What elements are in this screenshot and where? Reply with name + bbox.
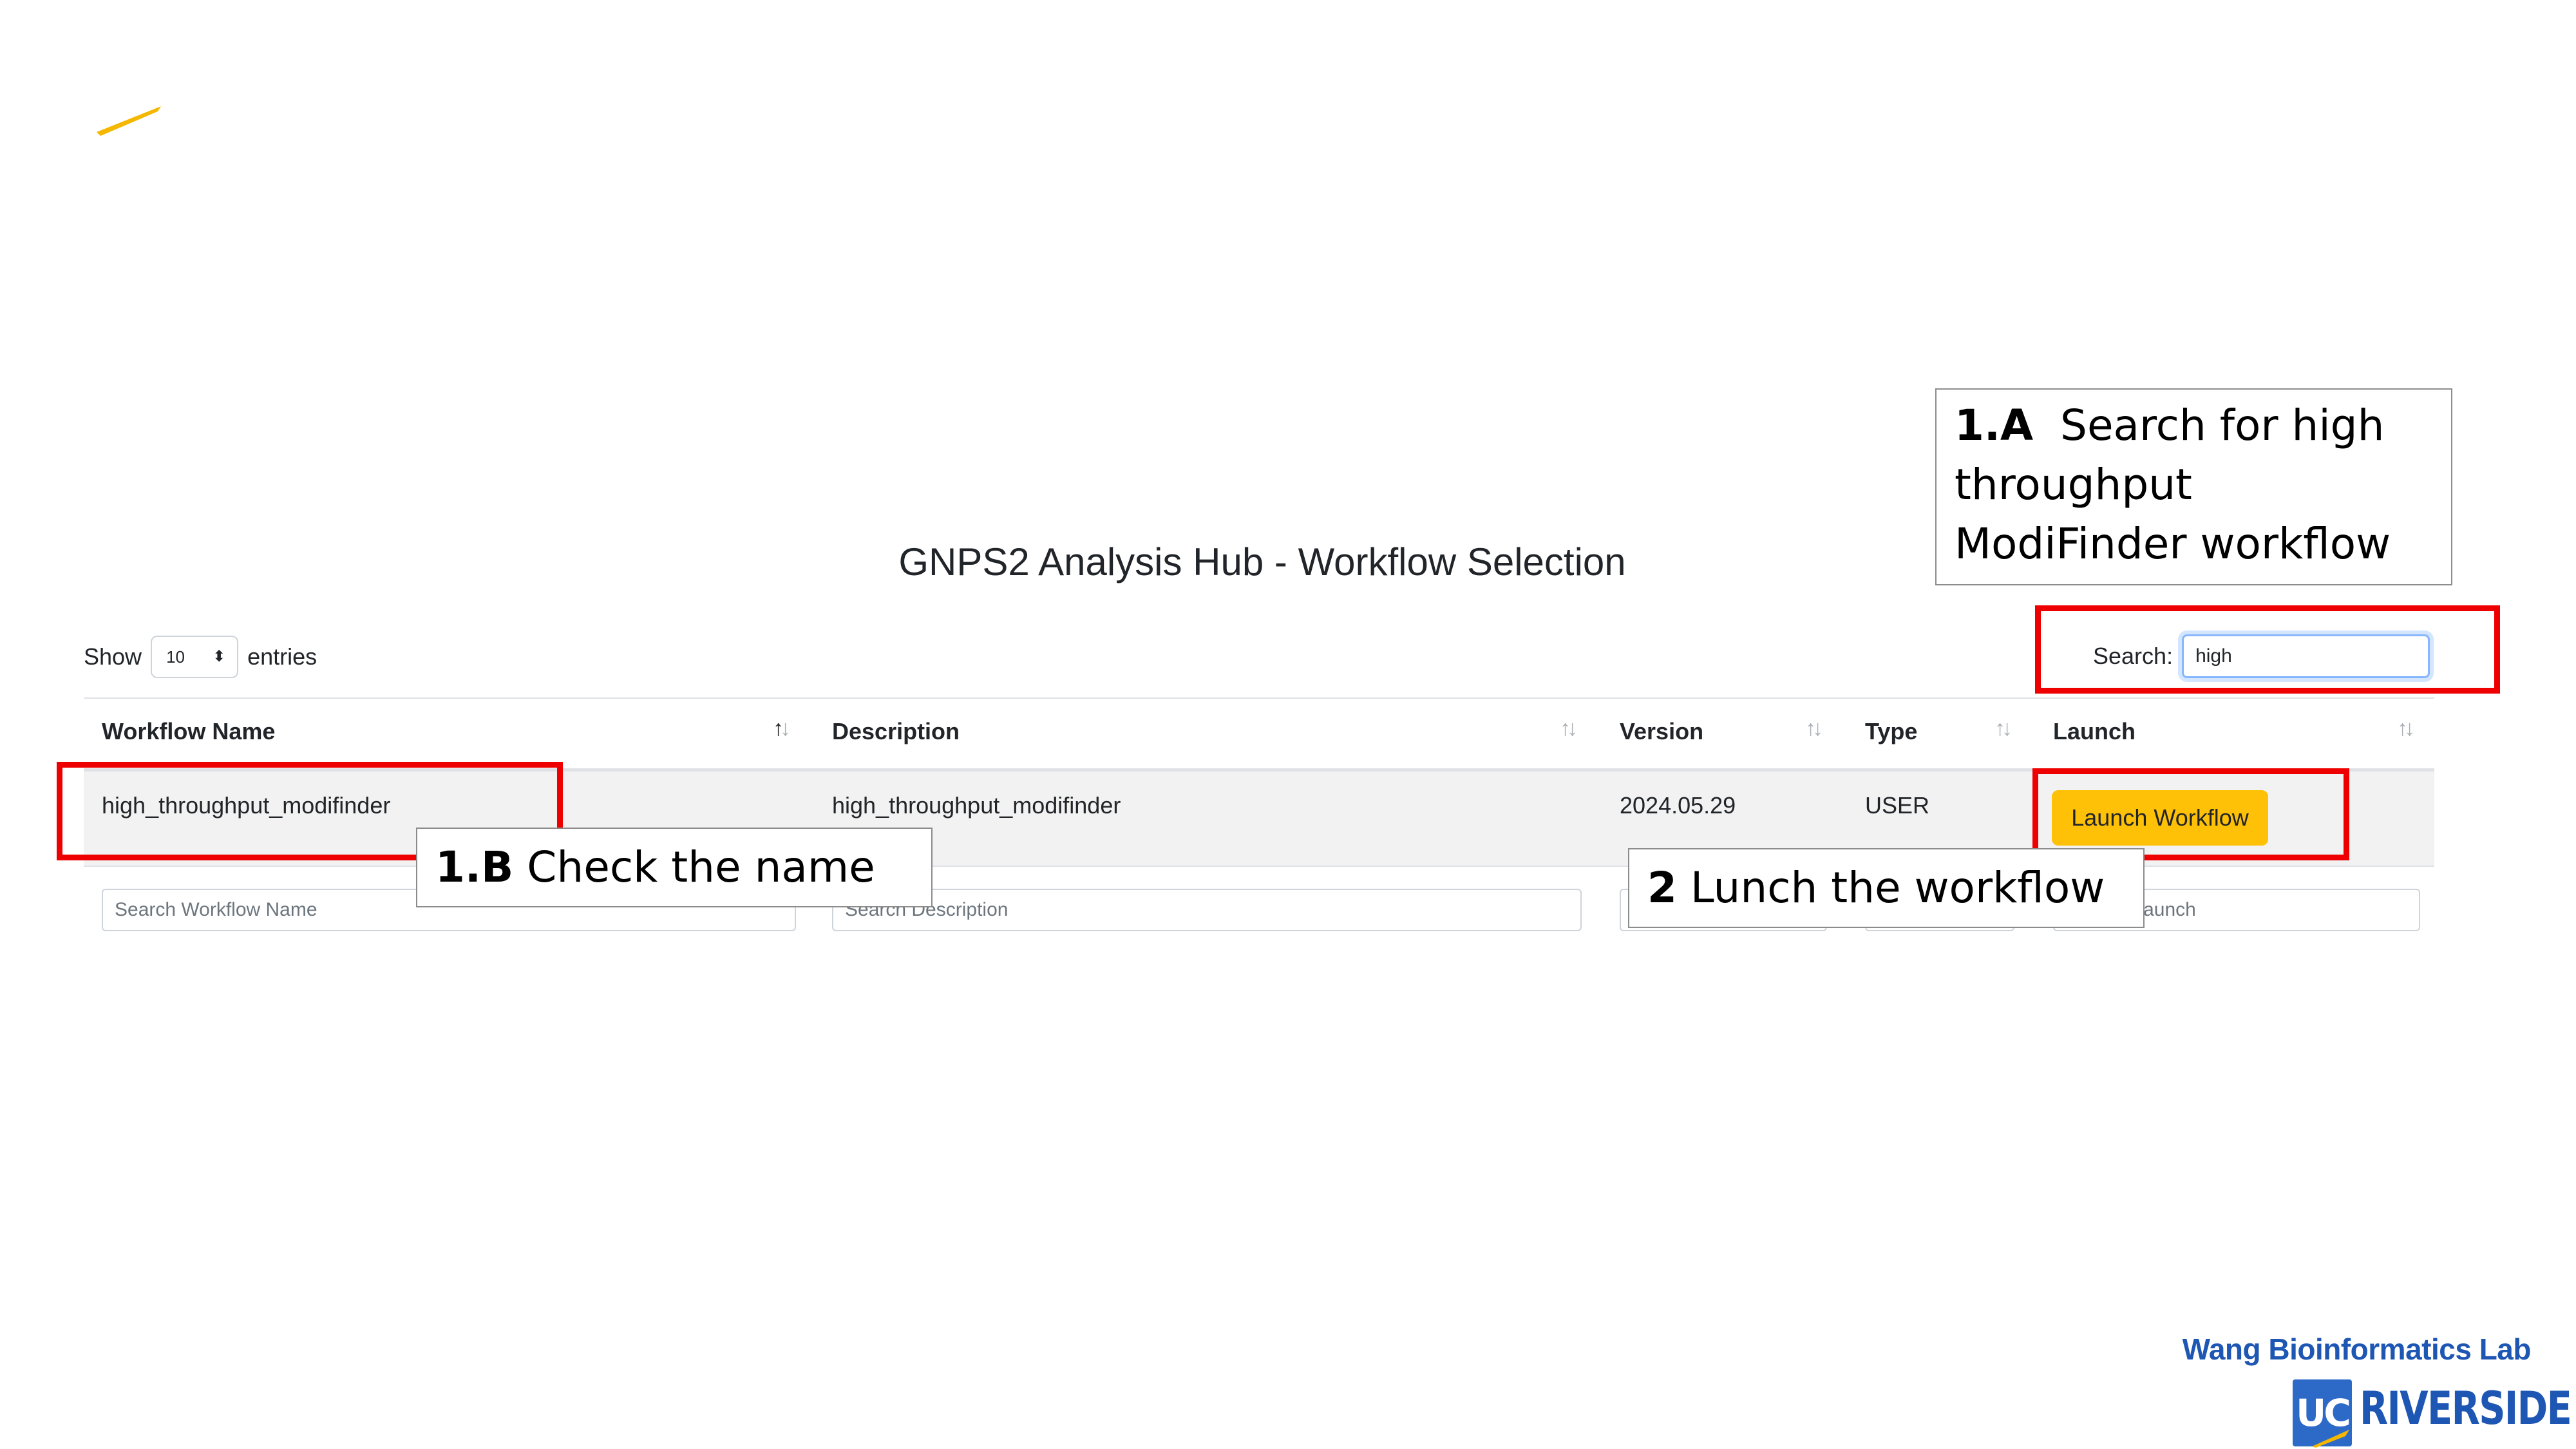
entries-select-value: 10 <box>166 647 185 667</box>
highlight-launch-box <box>2032 768 2349 860</box>
table-top-divider <box>84 697 2434 699</box>
callout-launch-step-text: Lunch the workflow <box>1690 863 2105 913</box>
filter-workflow-name-placeholder: Search Workflow Name <box>115 899 317 920</box>
logo-swoosh-icon <box>2312 1430 2349 1448</box>
select-arrows-icon: ⬍ <box>212 648 226 665</box>
column-header-description[interactable]: Description <box>832 718 960 745</box>
riverside-logo-text: RIVERSIDE <box>2360 1382 2572 1435</box>
cell-version: 2024.05.29 <box>1620 792 1736 819</box>
sort-ascending-icon[interactable]: ↑↓ <box>773 716 791 741</box>
sort-icon[interactable]: ↑↓ <box>1560 716 1578 741</box>
callout-launch-step-number: 2 <box>1647 863 1677 913</box>
cell-description: high_throughput_modifinder <box>832 792 1121 819</box>
callout-search-step: 1.A Search for high throughput ModiFinde… <box>1935 388 2452 585</box>
column-header-version[interactable]: Version <box>1620 718 1703 745</box>
callout-launch-step: 2 Lunch the workflow <box>1628 848 2145 928</box>
sort-icon[interactable]: ↑↓ <box>1994 716 2012 741</box>
callout-check-name-step: 1.B Check the name <box>416 828 933 907</box>
sort-icon[interactable]: ↑↓ <box>1805 716 1823 741</box>
callout-check-name-step-text: Check the name <box>527 842 875 892</box>
column-header-type[interactable]: Type <box>1865 718 1917 745</box>
filter-description-input[interactable]: Search Description <box>832 889 1582 931</box>
callout-search-step-number: 1.A <box>1955 401 2034 450</box>
highlight-search-box <box>2035 605 2500 694</box>
callout-check-name-step-number: 1.B <box>435 842 514 892</box>
entries-select[interactable]: 10 ⬍ <box>151 636 239 678</box>
cell-type: USER <box>1865 792 1930 819</box>
show-label: Show <box>84 643 142 670</box>
column-header-launch[interactable]: Launch <box>2053 718 2136 745</box>
entries-length-control: Show 10 ⬍ entries <box>84 634 317 679</box>
sort-icon[interactable]: ↑↓ <box>2397 716 2415 741</box>
accent-swoosh-icon <box>97 106 161 136</box>
lab-name: Wang Bioinformatics Lab <box>2182 1332 2532 1366</box>
column-header-workflow-name[interactable]: Workflow Name <box>102 718 275 745</box>
entries-label: entries <box>247 643 317 670</box>
